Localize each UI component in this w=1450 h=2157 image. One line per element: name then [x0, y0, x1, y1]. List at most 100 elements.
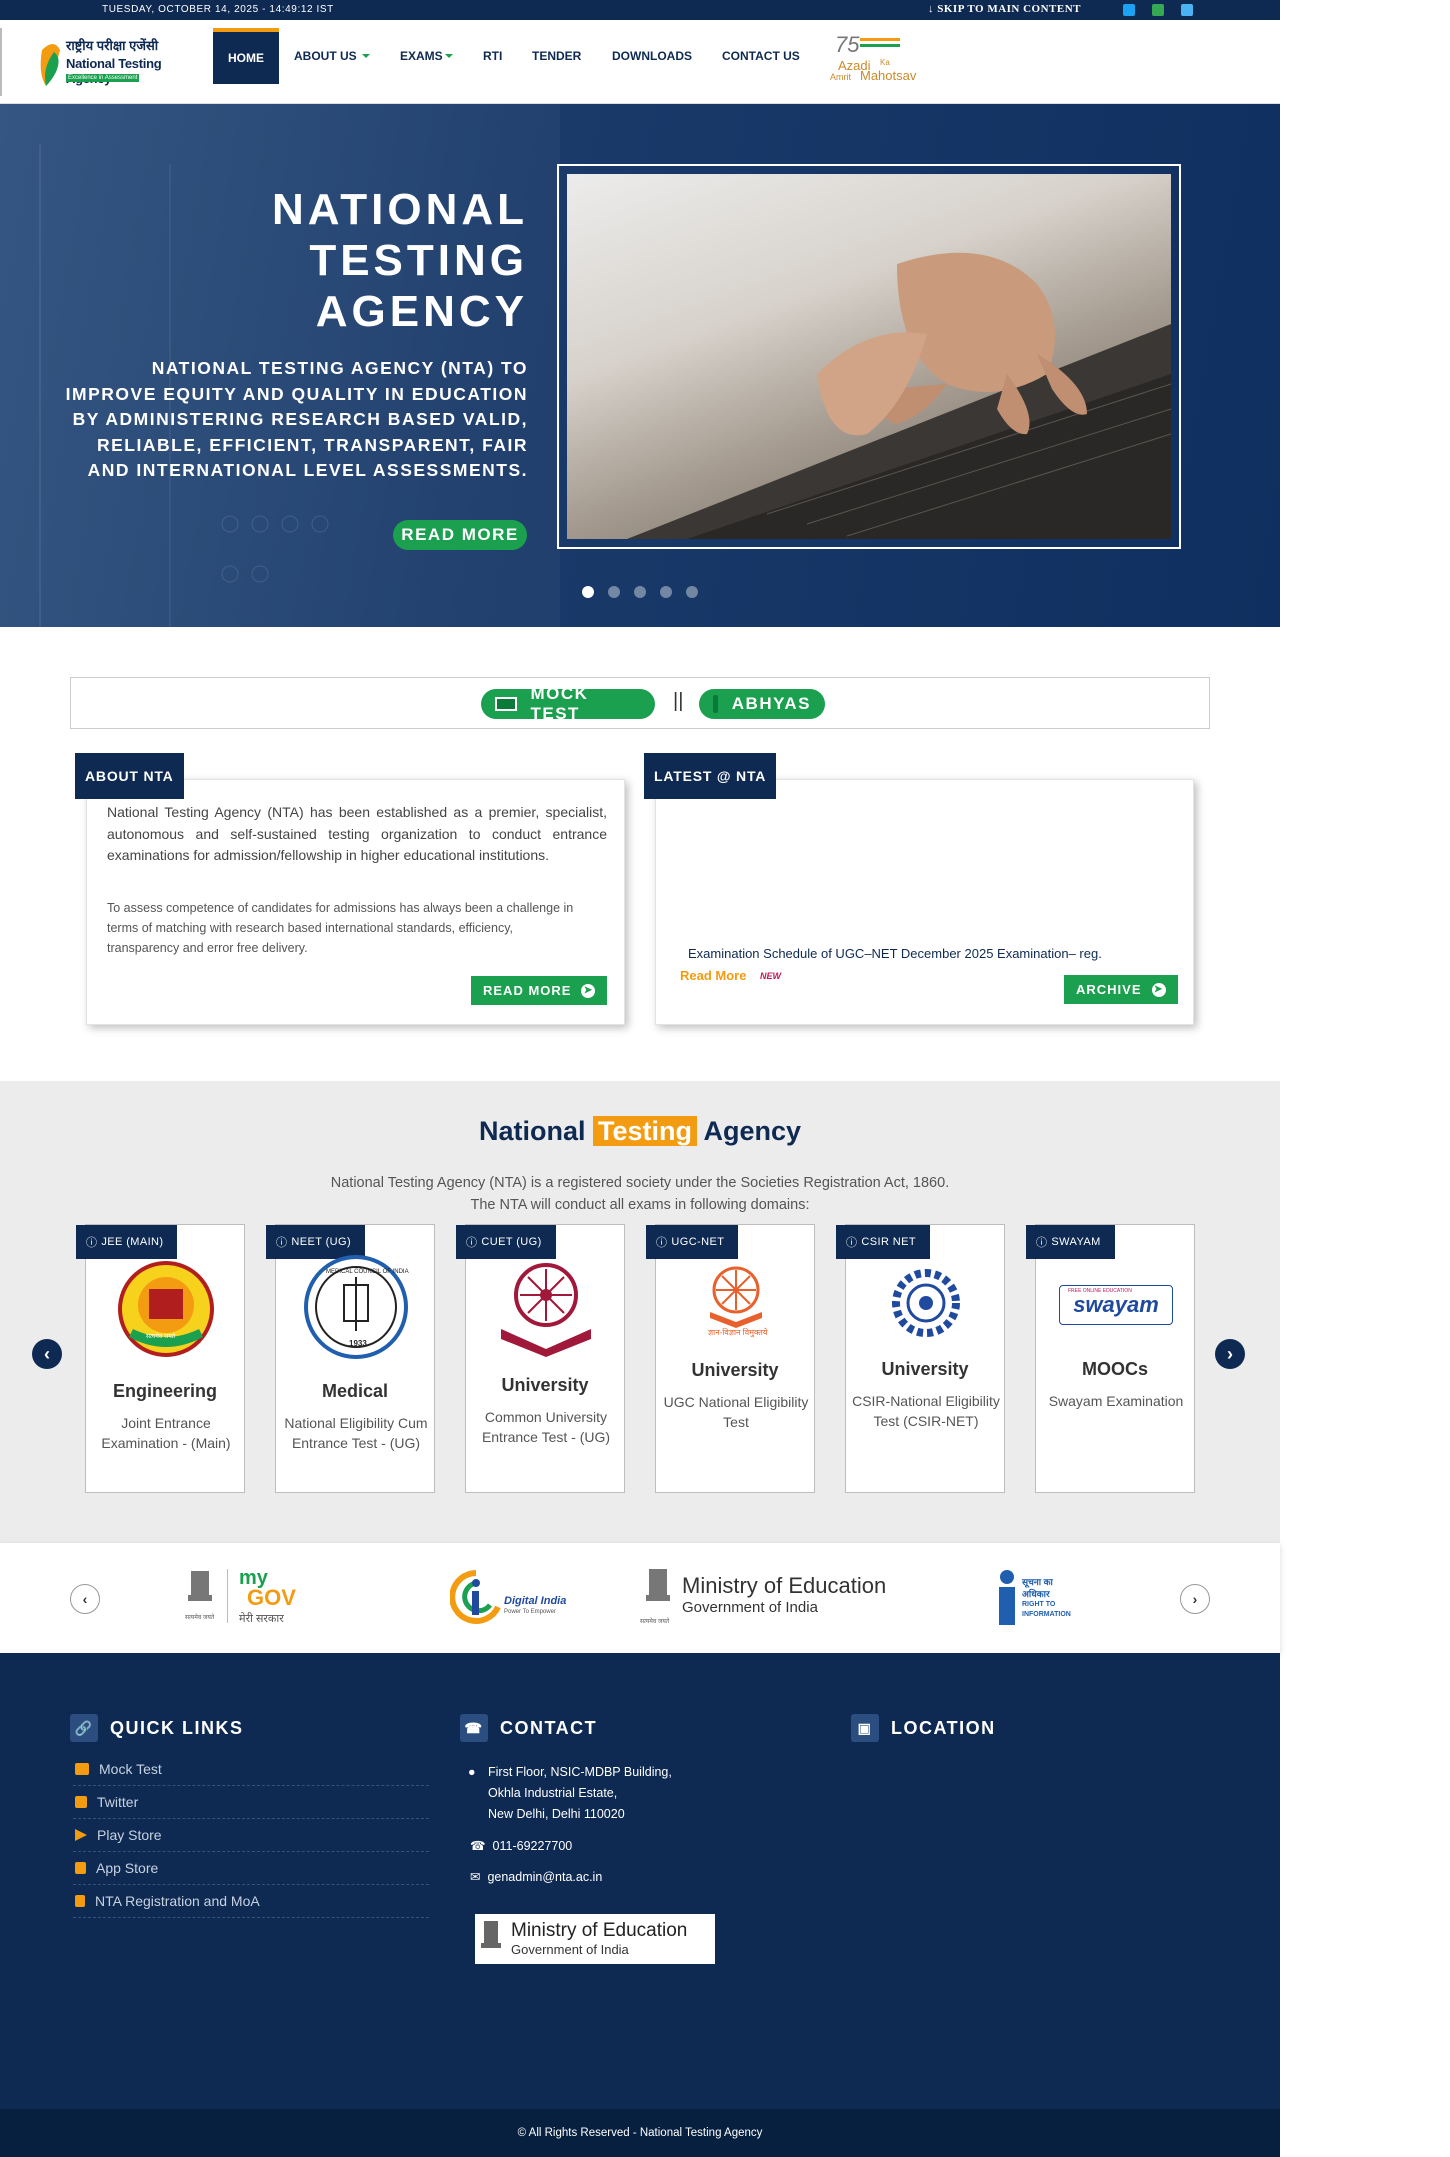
link-label: NTA Registration and MoA: [95, 1893, 260, 1909]
domains-line-2: The NTA will conduct all exams in follow…: [470, 1197, 810, 1213]
ministry-of-education-logo[interactable]: सत्यमेव जयते Ministry of Education Gover…: [640, 1565, 910, 1629]
domain-card-jee-main[interactable]: ⓘ JEE (MAIN) सत्यमेव जयते Engineering Joi…: [76, 1224, 245, 1493]
partners-next-button[interactable]: ›: [1180, 1584, 1210, 1614]
info-icon: ⓘ: [276, 1237, 288, 1249]
hero-title-line: TESTING: [309, 236, 528, 285]
nav-downloads[interactable]: DOWNLOADS: [597, 28, 707, 84]
about-para-2: To assess competence of candidates for a…: [107, 901, 574, 955]
hero-read-more-button[interactable]: READ MORE: [393, 520, 527, 550]
domain-category: University: [501, 1375, 589, 1395]
mock-test-button[interactable]: MOCK TEST: [481, 684, 655, 723]
link-label: Mock Test: [99, 1761, 162, 1777]
mygov-gov: GOV: [247, 1585, 296, 1610]
chevron-down-icon: [444, 54, 453, 58]
footer-ministry-of-education-logo[interactable]: Ministry of Education Government of Indi…: [475, 1914, 715, 1964]
nav-rti[interactable]: RTI: [468, 28, 517, 84]
mygov-hindi: मेरी सरकार: [239, 1613, 284, 1625]
quick-link-app-store[interactable]: App Store: [73, 1852, 429, 1885]
nav-exams[interactable]: EXAMS: [385, 28, 468, 84]
domain-card-cuet-ug[interactable]: ⓘ CUET (UG) University Common University …: [456, 1224, 625, 1493]
partners-prev-button[interactable]: ‹: [70, 1584, 100, 1614]
digital-india-logo[interactable]: Digital India Power To Empower: [450, 1567, 570, 1629]
domains-prev-button[interactable]: ‹: [32, 1339, 62, 1369]
carousel-dot[interactable]: [660, 586, 672, 598]
quick-access-bar: MOCK TEST || ABHYAS: [70, 677, 1210, 729]
moe-title: Ministry of Education: [511, 1920, 688, 1941]
address-line: Okhla Industrial Estate,: [488, 1786, 618, 1800]
rti-en-2: INFORMATION: [1022, 1611, 1071, 1618]
domain-card-ugc-net[interactable]: ⓘ UGC-NET ज्ञान-विज्ञान विमुक्तये Univers…: [646, 1224, 815, 1493]
latest-read-more-link[interactable]: Read More: [680, 968, 746, 983]
swayam-logo-text: swayam: [1073, 1292, 1159, 1317]
hero-image-laptop-typing: [567, 174, 1171, 539]
hero-title-line: NATIONAL: [271, 185, 528, 234]
domains-title: National Testing Agency: [0, 1116, 1280, 1147]
nav-label: CONTACT US: [722, 49, 800, 63]
skip-to-main-link[interactable]: ↓ SKIP TO MAIN CONTENT: [928, 3, 1081, 15]
quick-link-twitter[interactable]: Twitter: [73, 1786, 429, 1819]
domain-description: CSIR-National Eligibility Test (CSIR-NET…: [852, 1393, 1000, 1429]
skip-label: SKIP TO MAIN CONTENT: [937, 3, 1082, 15]
nav-home[interactable]: HOME: [213, 28, 279, 84]
app-store-icon[interactable]: [1181, 4, 1193, 16]
twitter-icon: [75, 1796, 87, 1808]
abhyas-button[interactable]: ABHYAS: [699, 689, 825, 719]
domain-card-swayam[interactable]: ⓘ SWAYAM FREE ONLINE EDUCATION swayam MOO…: [1026, 1224, 1195, 1493]
domain-card-neet-ug[interactable]: ⓘ NEET (UG) MEDICAL COUNCIL OF INDIA 1933…: [266, 1224, 435, 1493]
mygov-logo[interactable]: सत्यमेव जयते my GOV मेरी सरकार: [185, 1563, 305, 1629]
carousel-dot[interactable]: [582, 586, 594, 598]
contact-email[interactable]: ✉ genadmin@nta.ac.in: [470, 1867, 602, 1888]
domains-next-button[interactable]: ›: [1215, 1339, 1245, 1369]
emblem-caption: सत्यमेव जयते: [185, 1615, 215, 1621]
rti-logo[interactable]: सूचना का अधिकार RIGHT TO INFORMATION: [996, 1569, 1086, 1629]
tag-label: JEE (MAIN): [101, 1236, 164, 1248]
domain-tag: ⓘ SWAYAM: [1026, 1225, 1115, 1259]
carousel-indicators: [582, 586, 698, 598]
quick-link-nta-registration[interactable]: NTA Registration and MoA: [73, 1885, 429, 1918]
nav-contact-us[interactable]: CONTACT US: [707, 28, 815, 84]
national-emblem-icon: [646, 1569, 670, 1601]
jee-logo-caption: सत्यमेव जयते: [146, 1334, 176, 1340]
hero-title-line: AGENCY: [315, 287, 528, 336]
about-para-1: National Testing Agency (NTA) has been e…: [107, 804, 607, 863]
arrow-right-icon: ➤: [581, 983, 596, 998]
domain-description: Joint Entrance Examination - (Main): [101, 1415, 231, 1451]
azadi-ka-amrit-mahotsav-logo: 75 Azadi Ka Amrit Mahotsav: [830, 32, 930, 92]
swayam-logo-top: FREE ONLINE EDUCATION: [1068, 1288, 1132, 1294]
swayam-logo: FREE ONLINE EDUCATION swayam: [1056, 1255, 1176, 1355]
carousel-dot[interactable]: [634, 586, 646, 598]
emblem-caption: सत्यमेव जयते: [640, 1619, 670, 1625]
phone-icon: ☎: [460, 1714, 488, 1742]
domain-category: University: [881, 1359, 969, 1379]
moe-subtitle: Government of India: [682, 1599, 818, 1616]
domain-description: Common University Entrance Test - (UG): [481, 1409, 611, 1445]
nta-logo[interactable]: राष्ट्रीय परीक्षा एजेंसी National Testin…: [0, 28, 190, 96]
nav-tender[interactable]: TENDER: [517, 28, 596, 84]
play-store-icon[interactable]: [1152, 4, 1164, 16]
latest-item-link[interactable]: Examination Schedule of UGC–NET December…: [688, 946, 1178, 961]
twitter-icon[interactable]: [1123, 4, 1135, 16]
quick-link-mock-test[interactable]: Mock Test: [73, 1753, 429, 1786]
domain-description: UGC National Eligibility Test: [663, 1394, 809, 1430]
heading-label: QUICK LINKS: [110, 1717, 244, 1738]
phone-number: 011-69227700: [492, 1839, 573, 1853]
rti-en-1: RIGHT TO: [1022, 1601, 1056, 1608]
nav-label: ABOUT US: [294, 49, 357, 63]
link-label: Twitter: [97, 1794, 139, 1810]
carousel-dot[interactable]: [686, 586, 698, 598]
top-bar: TUESDAY, OCTOBER 14, 2025 - 14:49:12 IST…: [0, 0, 1280, 20]
map-icon: ▣: [851, 1714, 879, 1742]
datetime: TUESDAY, OCTOBER 14, 2025 - 14:49:12 IST: [102, 4, 334, 15]
nav-about-us[interactable]: ABOUT US: [279, 28, 385, 84]
nav-label: HOME: [228, 51, 264, 65]
domain-card-csir-net[interactable]: ⓘ CSIR NET University CSIR-National Eligi…: [836, 1224, 1005, 1493]
about-read-more-button[interactable]: READ MORE ➤: [471, 976, 608, 1005]
nav-label: EXAMS: [400, 49, 443, 63]
azadi-line3: Mahotsav: [860, 68, 917, 83]
address-line: First Floor, NSIC-MDBP Building,: [488, 1765, 672, 1779]
neet-logo-year: 1933: [349, 1339, 367, 1348]
archive-button[interactable]: ARCHIVE ➤: [1064, 975, 1178, 1004]
quick-link-play-store[interactable]: Play Store: [73, 1819, 429, 1852]
carousel-dot[interactable]: [608, 586, 620, 598]
tag-label: SWAYAM: [1051, 1236, 1101, 1248]
